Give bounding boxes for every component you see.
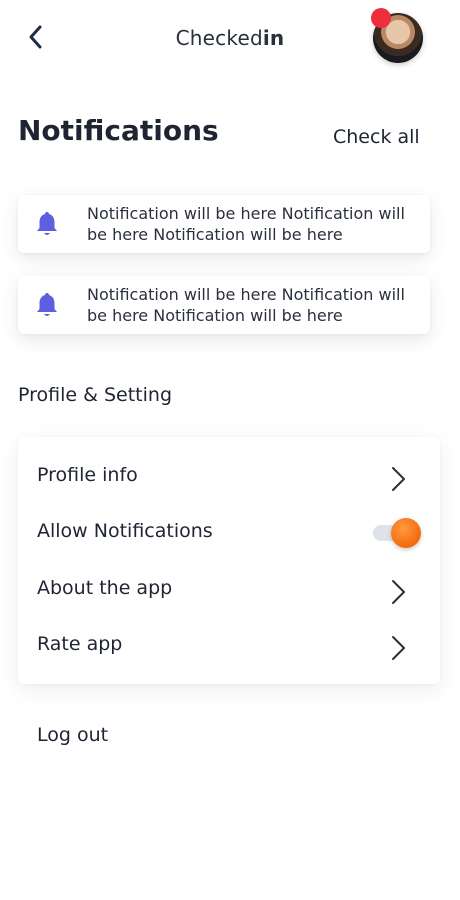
brand-regular: Checked: [175, 26, 263, 50]
notifications-toggle[interactable]: [373, 517, 423, 548]
logout-button[interactable]: Log out: [37, 724, 108, 746]
check-all-button[interactable]: Check all: [333, 126, 420, 148]
brand-bold: in: [262, 26, 285, 50]
settings-item-label: Allow Notifications: [37, 520, 213, 542]
notification-dot: [371, 8, 391, 28]
settings-item-allow-notifications: Allow Notifications: [18, 508, 440, 556]
toggle-knob: [391, 518, 421, 548]
settings-card: Profile info Allow Notifications About t…: [18, 437, 440, 684]
section-title: Profile & Setting: [18, 384, 173, 406]
settings-item-profile-info[interactable]: Profile info: [18, 452, 440, 500]
settings-item-label: About the app: [37, 577, 173, 599]
chevron-right-icon: [392, 636, 405, 660]
settings-item-about-app[interactable]: About the app: [18, 565, 440, 613]
chevron-right-icon: [392, 467, 405, 491]
settings-item-label: Profile info: [37, 464, 138, 486]
notification-card[interactable]: Notification will be here Notification w…: [18, 195, 430, 253]
notifications-title: Notifications: [18, 114, 219, 147]
notification-text: Notification will be here Notification w…: [87, 204, 405, 244]
notification-card[interactable]: Notification will be here Notification w…: [18, 276, 430, 334]
chevron-right-icon: [392, 580, 405, 604]
settings-item-label: Rate app: [37, 633, 123, 655]
settings-item-rate-app[interactable]: Rate app: [18, 621, 440, 669]
notification-text: Notification will be here Notification w…: [87, 285, 405, 325]
bell-icon: [37, 293, 57, 316]
bell-icon: [37, 212, 57, 235]
